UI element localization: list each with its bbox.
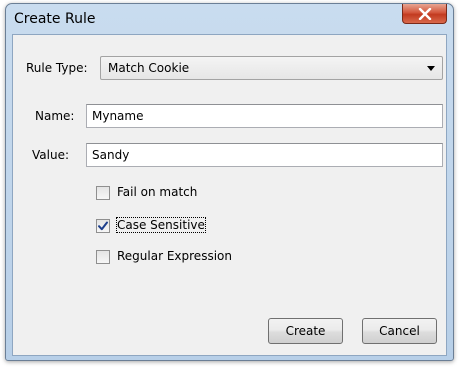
title-bar[interactable]: Create Rule (6, 4, 453, 34)
fail-on-match-checkbox[interactable] (96, 186, 110, 200)
case-sensitive-label[interactable]: Case Sensitive (116, 217, 206, 233)
close-button[interactable] (402, 4, 447, 24)
value-label: Value: (32, 148, 69, 162)
chevron-down-icon (427, 66, 435, 71)
name-input-value: Myname (92, 109, 144, 123)
dialog-title: Create Rule (14, 11, 96, 27)
rule-type-select[interactable]: Match Cookie (100, 56, 443, 80)
create-button[interactable]: Create (268, 318, 343, 344)
case-sensitive-checkbox[interactable] (96, 219, 110, 233)
rule-type-label: Rule Type: (26, 61, 88, 75)
name-input[interactable]: Myname (86, 104, 443, 128)
cancel-button[interactable]: Cancel (362, 318, 437, 344)
dialog-body (12, 34, 447, 356)
regular-expression-label[interactable]: Regular Expression (117, 249, 232, 263)
close-icon (418, 7, 431, 20)
value-input[interactable]: Sandy (86, 143, 443, 167)
value-input-value: Sandy (92, 148, 130, 162)
checkmark-icon (98, 221, 108, 231)
regular-expression-checkbox[interactable] (96, 250, 110, 264)
rule-type-value: Match Cookie (108, 61, 190, 75)
name-label: Name: (35, 109, 75, 123)
fail-on-match-label[interactable]: Fail on match (117, 185, 197, 199)
